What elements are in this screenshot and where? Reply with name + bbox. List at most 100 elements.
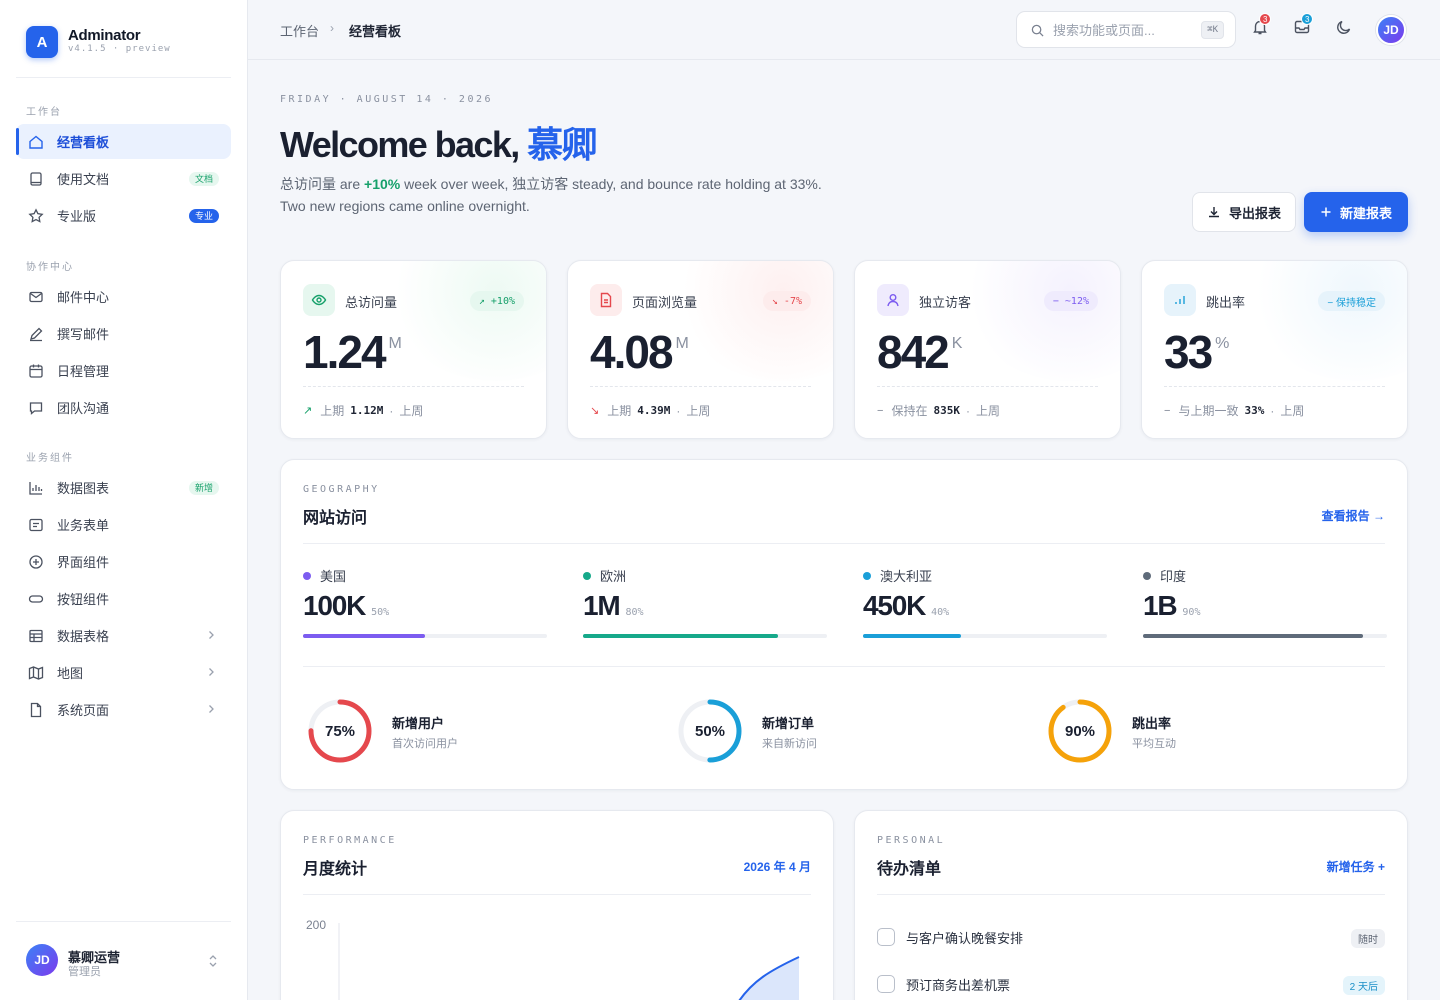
button-icon — [28, 591, 44, 607]
region-name: 欧洲 — [583, 566, 626, 585]
stat-period: 上周 — [975, 404, 1000, 418]
sidebar-item-chat[interactable]: 团队沟通 — [16, 390, 231, 425]
y-axis-tick: 200 — [306, 918, 326, 932]
pen-icon — [28, 326, 44, 342]
region-label: 澳大利亚 — [880, 569, 933, 584]
stat-value: 842 K — [877, 325, 962, 379]
stat-period: 上周 — [686, 404, 711, 418]
ring-title: 跳出率 — [1132, 716, 1172, 731]
trend-down-icon: ↘ — [590, 405, 600, 417]
sidebar-item-forms[interactable]: 业务表单 — [16, 507, 231, 542]
region-label: 欧洲 — [600, 569, 627, 584]
intro-growth: +10% — [364, 176, 401, 192]
region-progress-fill — [583, 634, 779, 638]
sidebar-item-maps[interactable]: 地图 — [16, 655, 231, 690]
search-box[interactable]: ⌘K — [1016, 11, 1236, 48]
region-europe: 欧洲 1M 80% — [583, 566, 827, 646]
section-kicker: GEOGRAPHY — [303, 484, 380, 495]
intro-part: 总访问量 are — [280, 176, 365, 192]
sidebar-item-dashboard[interactable]: 经营看板 — [16, 124, 231, 159]
moon-icon — [1337, 20, 1351, 34]
sidebar-user-menu[interactable]: JD 慕卿运营 管理员 — [16, 921, 231, 1000]
theme-toggle[interactable] — [1335, 18, 1355, 38]
book-icon — [28, 171, 44, 187]
view-report-link[interactable]: 查看报告 → — [1322, 507, 1385, 524]
sidebar-item-label: 日程管理 — [57, 364, 110, 379]
new-report-button[interactable]: 新建报表 — [1304, 192, 1408, 232]
stat-change-chip: ↘ -7% — [762, 291, 811, 311]
user-avatar-button[interactable]: JD — [1376, 15, 1406, 45]
dot-separator: · — [676, 403, 681, 418]
stat-number: 4.08 — [590, 326, 674, 378]
stat-unit: M — [675, 335, 689, 352]
breadcrumb-workbench[interactable]: 工作台 — [280, 21, 319, 40]
sidebar-item-docs[interactable]: 使用文档 文档 — [16, 161, 231, 196]
trend-flat-icon: − — [877, 404, 884, 417]
sidebar-item-compose[interactable]: 撰写邮件 — [16, 316, 231, 351]
todo-due-badge: 随时 — [1351, 929, 1385, 948]
sidebar-item-label: 邮件中心 — [57, 290, 110, 305]
todo-text: 与客户确认晚餐安排 — [906, 930, 1024, 946]
stat-card-visits[interactable]: 总访问量 ↗ +10% 1.24 M ↗ 上期 1.12M · 上周 — [280, 260, 547, 439]
sidebar-item-charts[interactable]: 数据图表 新增 — [16, 470, 231, 505]
stat-card-pageviews[interactable]: 页面浏览量 ↘ -7% 4.08 M ↘ 上期 4.39M · 上周 — [567, 260, 834, 439]
sidebar-item-pages[interactable]: 系统页面 — [16, 692, 231, 727]
geography-card: GEOGRAPHY 网站访问 查看报告 → 美国 100K 50% 欧洲 1M 80… — [280, 459, 1408, 790]
divider — [1164, 386, 1385, 387]
stat-number: 842 — [877, 326, 950, 378]
welcome-prefix: Welcome back, — [280, 124, 528, 165]
map-icon — [28, 665, 44, 681]
region-progress — [303, 634, 547, 638]
stat-label: 跳出率 — [1206, 295, 1246, 310]
todo-item: 预订商务出差机票 2 天后 — [877, 972, 1385, 996]
card-glow — [673, 261, 833, 381]
ring-bounce: 90% — [1046, 697, 1114, 765]
stat-unit: M — [388, 335, 402, 352]
sidebar-item-calendar[interactable]: 日程管理 — [16, 353, 231, 388]
monthly-line-chart: 200 — [306, 918, 800, 1000]
stat-card-visitors[interactable]: 独立访客 − ~12% 842 K − 保持在 835K · 上周 — [854, 260, 1121, 439]
region-pct: 50% — [371, 607, 390, 618]
messages-button[interactable]: 3 — [1293, 13, 1314, 38]
add-task-button[interactable]: 新增任务 + — [1327, 858, 1385, 875]
stat-number: 1.24 — [303, 326, 387, 378]
sidebar-item-label: 按钮组件 — [57, 592, 110, 607]
plus-icon — [1321, 207, 1331, 217]
stat-period: 上周 — [1280, 404, 1305, 418]
brand[interactable]: A Adminator v4.1.5 · preview — [16, 18, 231, 78]
calendar-icon — [28, 363, 44, 379]
search-input[interactable] — [1053, 20, 1193, 40]
card-glow — [1247, 261, 1407, 381]
stat-card-bounce[interactable]: 跳出率 − 保持稳定 33% − 与上期一致 33% · 上周 — [1141, 260, 1408, 439]
period-selector[interactable]: 2026 年 4 月 — [744, 858, 811, 875]
region-progress — [863, 634, 1107, 638]
sidebar-item-buttons[interactable]: 按钮组件 — [16, 581, 231, 616]
date-line: FRIDAY · AUGUST 14 · 2026 — [280, 94, 494, 105]
sidebar-item-ui[interactable]: 界面组件 — [16, 544, 231, 579]
region-value: 1B 90% — [1143, 590, 1200, 622]
sidebar-item-label: 地图 — [57, 666, 84, 681]
divider — [877, 386, 1098, 387]
notifications-button[interactable]: 3 — [1251, 13, 1272, 38]
todo-checkbox[interactable] — [877, 928, 895, 946]
todo-text: 预订商务出差机票 — [906, 977, 1011, 993]
sidebar-item-label: 经营看板 — [57, 135, 110, 150]
link-label: 查看报告 — [1321, 509, 1370, 523]
stat-footer: ↗ 上期 1.12M · 上周 — [303, 402, 423, 419]
sidebar-item-tables[interactable]: 数据表格 — [16, 618, 231, 653]
messages-count: 3 — [1301, 13, 1314, 25]
sidebar-item-mail[interactable]: 邮件中心 — [16, 279, 231, 314]
sidebar-item-pro[interactable]: 专业版 专业 — [16, 198, 231, 233]
stat-label: 页面浏览量 — [632, 295, 698, 310]
stat-prev-label: 与上期一致 — [1178, 404, 1239, 418]
legend-dot — [303, 571, 311, 580]
export-report-button[interactable]: 导出报表 — [1192, 192, 1296, 232]
welcome-name: 慕卿 — [527, 124, 597, 165]
region-value: 100K 50% — [303, 590, 389, 622]
ring-new-users: 75% — [306, 697, 374, 765]
section-kicker: PERSONAL — [877, 835, 946, 846]
section-title: 月度统计 — [303, 861, 368, 878]
stat-footer: − 与上期一致 33% · 上周 — [1164, 402, 1304, 419]
todo-checkbox[interactable] — [877, 975, 895, 993]
stat-prev-value: 835K — [933, 404, 960, 417]
